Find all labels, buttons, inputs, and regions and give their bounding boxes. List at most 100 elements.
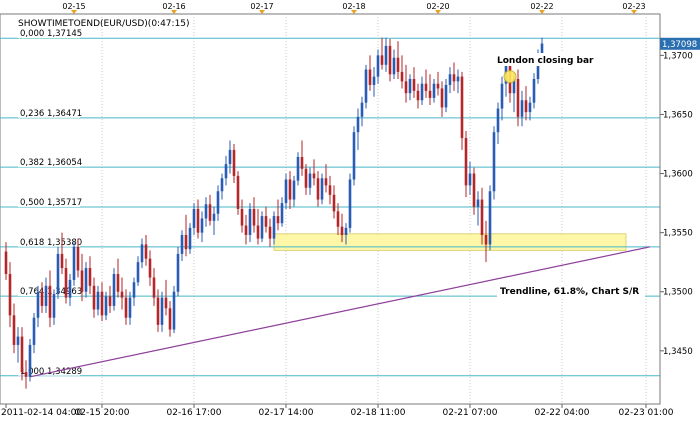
candle-body bbox=[440, 88, 444, 108]
candle-body bbox=[336, 211, 340, 227]
candle-body bbox=[304, 168, 308, 188]
candle-body bbox=[472, 173, 476, 207]
time-tick-label: 02-22 04:00 bbox=[535, 408, 590, 418]
candle-body bbox=[20, 336, 24, 373]
candle-body bbox=[408, 79, 412, 94]
candle-body bbox=[56, 253, 60, 295]
eurusd-chart: 02-15 02-16 02-17 02-18 02-20 02-22 02-23 0,00… bbox=[0, 0, 700, 419]
candle-body bbox=[500, 83, 504, 109]
candle-body bbox=[516, 79, 520, 117]
candle-body bbox=[340, 226, 344, 235]
candle-body bbox=[436, 83, 440, 89]
top-date-label: 02-22 bbox=[530, 2, 553, 11]
candle-body bbox=[208, 204, 212, 221]
candle-body bbox=[124, 297, 128, 318]
fib-label: 0,618 1,35380 bbox=[20, 238, 82, 248]
support-zone bbox=[273, 233, 627, 251]
candle-body bbox=[332, 194, 336, 212]
candle-body bbox=[148, 258, 152, 278]
top-date-label: 02-23 bbox=[622, 2, 645, 11]
candle-body bbox=[160, 297, 164, 325]
fib-label: 0,382 1,36054 bbox=[20, 158, 82, 168]
candle-body bbox=[228, 149, 232, 165]
candle-body bbox=[68, 279, 72, 298]
top-date-label: 02-15 bbox=[62, 2, 85, 11]
candle-body bbox=[448, 74, 452, 85]
candle-body bbox=[344, 227, 348, 235]
fib-label: 0,236 1,36471 bbox=[20, 109, 82, 119]
candle-body bbox=[128, 297, 132, 318]
price-tick-label: 1,3450 bbox=[663, 347, 693, 357]
price-tick-label: 1,3600 bbox=[663, 170, 693, 180]
support-zone-rect bbox=[273, 233, 627, 251]
candle-body bbox=[100, 291, 104, 316]
candle-body bbox=[232, 149, 236, 176]
fib-label: 0,500 1,35717 bbox=[20, 198, 82, 208]
candle-body bbox=[316, 178, 320, 200]
candle-body bbox=[284, 179, 288, 204]
candle-body bbox=[64, 268, 68, 298]
candle-body bbox=[216, 191, 220, 214]
candle-body bbox=[352, 132, 356, 180]
top-date-label: 02-17 bbox=[250, 2, 273, 11]
candle-body bbox=[492, 132, 496, 192]
candle-body bbox=[52, 294, 56, 318]
candle-body bbox=[176, 253, 180, 292]
london-label: London closing bar bbox=[497, 56, 594, 66]
price-tick-label: 1,3650 bbox=[663, 110, 693, 120]
time-tick-label: 02-17 14:00 bbox=[259, 408, 314, 418]
time-tick-label: 02-23 01:00 bbox=[619, 408, 674, 418]
candle-body bbox=[468, 173, 472, 186]
candle-body bbox=[256, 225, 260, 239]
candle-body bbox=[48, 285, 52, 318]
trendline-label: Trendline, 61.8%, Chart S/R bbox=[500, 287, 639, 297]
candle-body bbox=[480, 199, 484, 235]
candle-body bbox=[120, 291, 124, 298]
candle-body bbox=[488, 191, 492, 245]
candle-body bbox=[196, 209, 200, 233]
candle-body bbox=[12, 315, 16, 345]
candle-body bbox=[192, 209, 196, 228]
price-tick-label: 1,3500 bbox=[663, 288, 693, 298]
candle-body bbox=[520, 100, 524, 117]
candle-body bbox=[240, 209, 244, 226]
candle-body bbox=[108, 296, 112, 306]
candle-body bbox=[32, 317, 36, 345]
candle-body bbox=[16, 336, 20, 345]
time-tick-label: 02-18 11:00 bbox=[351, 408, 406, 418]
candle-body bbox=[180, 235, 184, 254]
candle-body bbox=[372, 76, 376, 85]
candle-body bbox=[412, 79, 416, 91]
candle-body bbox=[280, 203, 284, 224]
top-date-label: 02-18 bbox=[342, 2, 365, 11]
candle-body bbox=[236, 175, 240, 209]
candle-body bbox=[8, 274, 12, 316]
candle-body bbox=[40, 291, 44, 306]
candle-body bbox=[204, 204, 208, 219]
candle-body bbox=[140, 244, 144, 263]
time-tick-label: 02-15 20:00 bbox=[75, 408, 130, 418]
candle-body bbox=[132, 282, 136, 298]
chart-svg: 02-15 02-16 02-17 02-18 02-20 02-22 02-23 0,00… bbox=[0, 0, 700, 419]
candle-body bbox=[380, 55, 384, 65]
candle-body bbox=[296, 157, 300, 181]
candle-body bbox=[388, 45, 392, 75]
candle-body bbox=[268, 226, 272, 239]
candle-body bbox=[252, 209, 256, 226]
chart-title: SHOWTIMETOEND(EUR/USD)(0:47:15) bbox=[18, 19, 190, 29]
candle-body bbox=[460, 76, 464, 139]
time-tick-label: 02-21 07:00 bbox=[443, 408, 498, 418]
candle-body bbox=[224, 164, 228, 179]
candle-body bbox=[28, 344, 32, 377]
candle-body bbox=[112, 274, 116, 306]
candle-body bbox=[116, 274, 120, 292]
candle-body bbox=[24, 372, 28, 377]
time-tick-label: 02-16 17:00 bbox=[167, 408, 222, 418]
candle-body bbox=[420, 83, 424, 101]
candle-body bbox=[136, 262, 140, 283]
candle-body bbox=[36, 291, 40, 318]
candle-body bbox=[168, 308, 172, 330]
candle-body bbox=[456, 76, 460, 82]
candle-body bbox=[244, 225, 248, 235]
candle-body bbox=[348, 179, 352, 228]
